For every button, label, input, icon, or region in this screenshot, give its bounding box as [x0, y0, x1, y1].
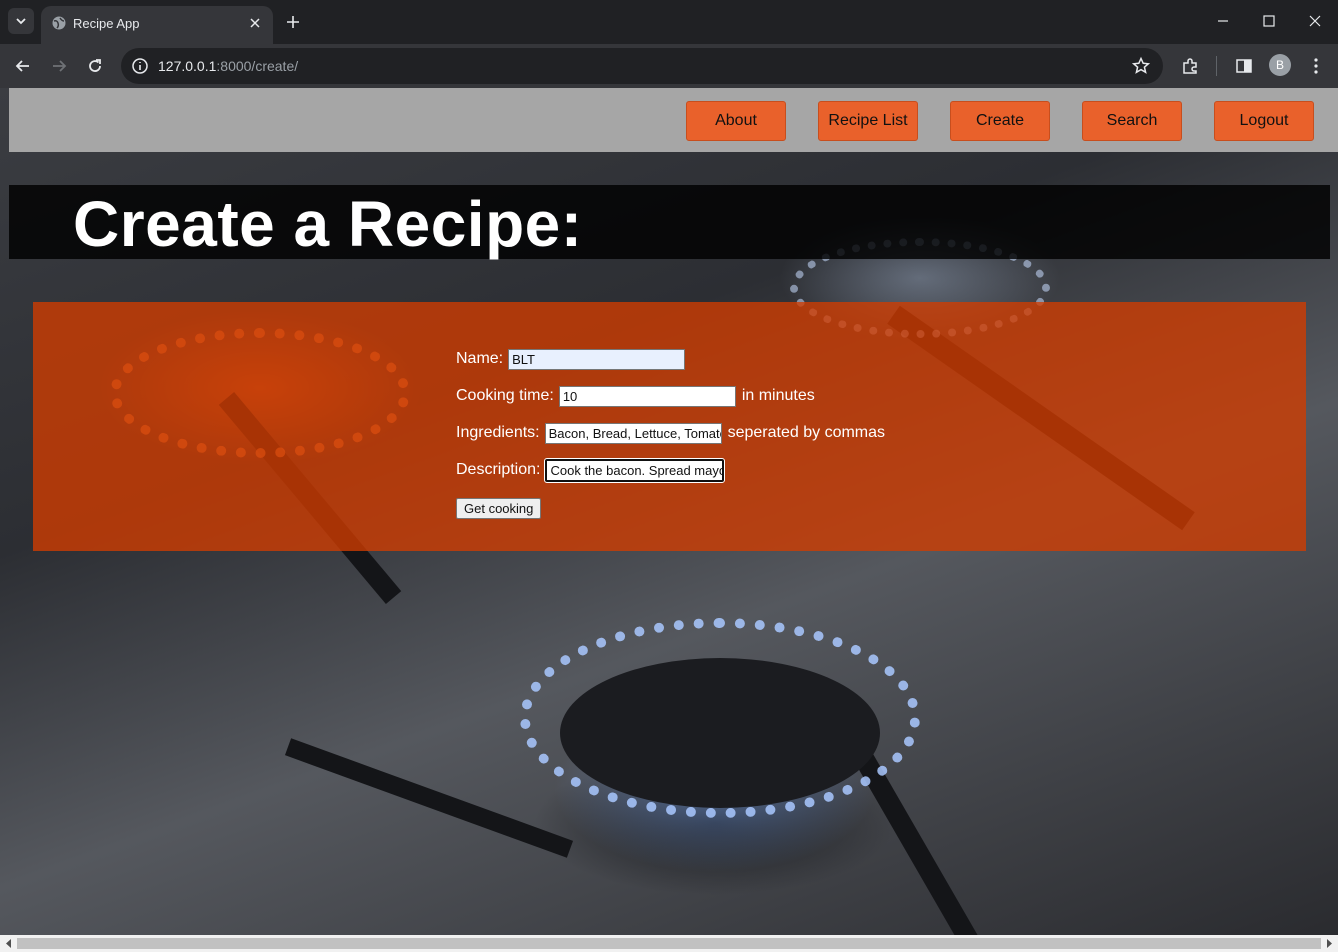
ingredients-input[interactable]: Bacon, Bread, Lettuce, Tomato	[544, 422, 722, 444]
window-close-icon[interactable]	[1304, 10, 1326, 32]
name-row: Name: BLT	[456, 348, 686, 370]
tab-search-chevron-icon[interactable]	[8, 8, 34, 34]
tab-title: Recipe App	[73, 16, 140, 31]
description-label: Description:	[456, 461, 541, 478]
browser-tab-active[interactable]: Recipe App	[41, 6, 273, 44]
scroll-left-arrow-icon[interactable]	[4, 939, 13, 948]
url-host: 127.0.0.1	[158, 58, 217, 74]
cooking-time-hint: in minutes	[741, 387, 815, 404]
page-viewport: About Recipe List Create Search Logout C…	[0, 88, 1338, 935]
horizontal-scrollbar[interactable]	[0, 935, 1338, 952]
side-panel-icon[interactable]	[1233, 55, 1255, 77]
bookmark-star-icon[interactable]	[1131, 56, 1151, 76]
name-label: Name:	[456, 350, 504, 367]
address-bar[interactable]: 127.0.0.1:8000/create/	[121, 48, 1163, 84]
tab-close-icon[interactable]	[247, 15, 263, 31]
browser-toolbar: 127.0.0.1:8000/create/ B	[0, 44, 1338, 88]
description-row: Description: Cook the bacon. Spread mayo	[456, 457, 726, 483]
more-menu-icon[interactable]	[1305, 55, 1327, 77]
nav-search-button[interactable]: Search	[1082, 101, 1182, 141]
ingredients-row: Ingredients: Bacon, Bread, Lettuce, Toma…	[456, 422, 885, 444]
globe-icon	[52, 16, 66, 30]
scroll-right-arrow-icon[interactable]	[1325, 939, 1334, 948]
create-recipe-form: Name: BLT Cooking time: 10 in minutes In…	[33, 302, 1306, 551]
get-cooking-button[interactable]: Get cooking	[456, 498, 542, 519]
browser-tabstrip: Recipe App	[0, 0, 1338, 44]
stove-burner-cap	[560, 658, 880, 808]
nav-recipe-list-button[interactable]: Recipe List	[818, 101, 918, 141]
scrollbar-thumb[interactable]	[17, 938, 1321, 949]
new-tab-plus-icon[interactable]	[283, 12, 303, 32]
cooking-time-label: Cooking time:	[456, 387, 554, 404]
cooking-time-input[interactable]: 10	[558, 385, 736, 407]
title-band: Create a Recipe:	[9, 185, 1330, 260]
ingredients-hint: seperated by commas	[727, 424, 886, 441]
forward-arrow-icon[interactable]	[48, 55, 70, 77]
reload-icon[interactable]	[84, 55, 106, 77]
cooking-time-row: Cooking time: 10 in minutes	[456, 385, 815, 407]
back-arrow-icon[interactable]	[12, 55, 34, 77]
name-input[interactable]: BLT	[508, 348, 686, 370]
extensions-puzzle-icon[interactable]	[1179, 55, 1201, 77]
nav-logout-button[interactable]: Logout	[1214, 101, 1314, 141]
maximize-icon[interactable]	[1258, 10, 1280, 32]
nav-create-button[interactable]: Create	[950, 101, 1050, 141]
site-header: About Recipe List Create Search Logout	[9, 88, 1338, 152]
description-input[interactable]: Cook the bacon. Spread mayo	[544, 457, 726, 483]
nav-about-button[interactable]: About	[686, 101, 786, 141]
minimize-icon[interactable]	[1212, 10, 1234, 32]
stove-grate	[284, 738, 574, 858]
site-info-icon[interactable]	[130, 56, 150, 76]
ingredients-label: Ingredients:	[456, 424, 540, 441]
profile-avatar[interactable]: B	[1269, 54, 1291, 76]
url-path: :8000/create/	[216, 58, 299, 74]
toolbar-separator	[1216, 56, 1217, 76]
url-text[interactable]: 127.0.0.1:8000/create/	[158, 58, 298, 74]
page-title: Create a Recipe:	[73, 188, 583, 260]
